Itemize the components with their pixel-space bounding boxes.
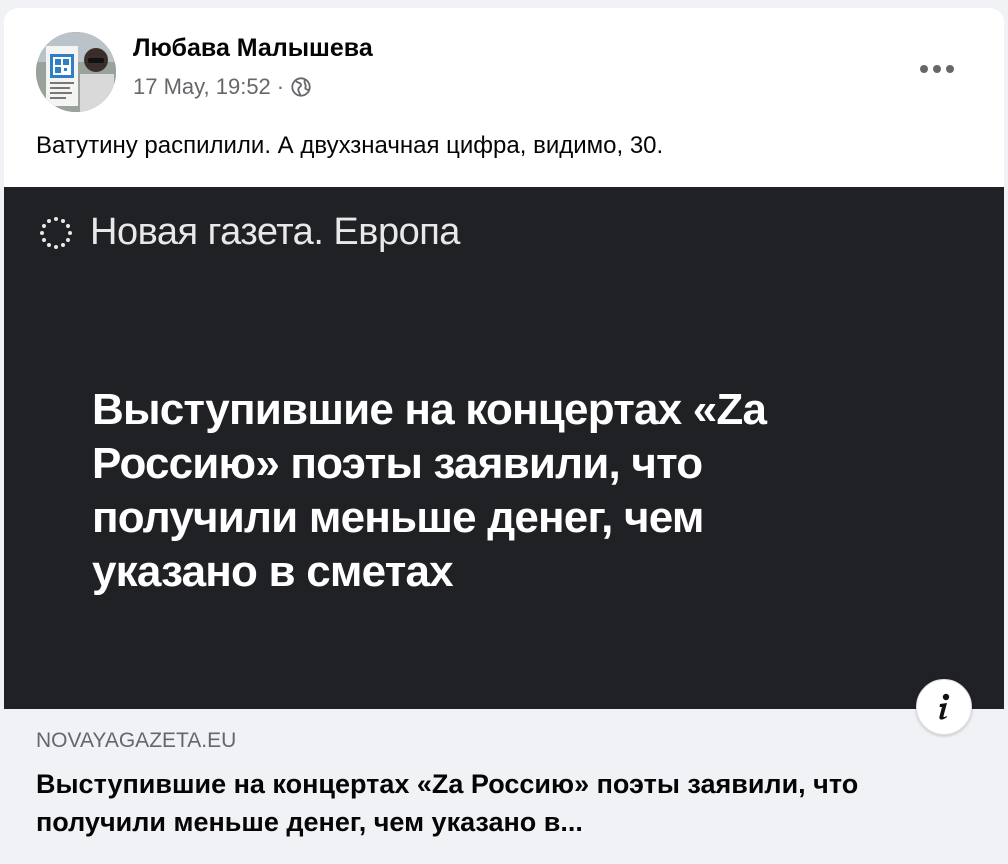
post-card: Любава Малышева 17 May, 19:52 · Ватутину… [4, 8, 1004, 864]
author-name[interactable]: Любава Малышева [133, 34, 373, 63]
link-preview-card[interactable]: Новая газета. Европа Выступившие на конц… [4, 187, 1004, 864]
info-button[interactable] [916, 679, 972, 735]
post-timestamp[interactable]: 17 May, 19:52 [133, 74, 271, 100]
meta-separator: · [276, 74, 285, 99]
post-meta: 17 May, 19:52 · [133, 74, 312, 100]
stars-circle-logo-icon [40, 216, 72, 249]
link-preview-image[interactable]: Новая газета. Европа Выступившие на конц… [4, 187, 1004, 709]
link-domain: NOVAYAGAZETA.EU [36, 729, 237, 752]
publisher-brand-name: Новая газета. Европа [90, 211, 460, 253]
image-headline-line: получили меньше денег, чем [92, 493, 704, 542]
image-headline-line: указано в сметах [92, 547, 454, 596]
globe-icon[interactable] [290, 76, 312, 98]
avatar-photo [36, 32, 116, 112]
more-dots-icon [920, 65, 954, 73]
image-headline: Выступившие на концертах «Za Россию» поэ… [92, 383, 852, 599]
link-preview-footer[interactable]: NOVAYAGAZETA.EU Выступившие на концертах… [4, 709, 1004, 864]
link-title[interactable]: Выступившие на концертах «Za Россию» поэ… [36, 765, 936, 841]
post-text: Ватутину распилили. А двухзначная цифра,… [36, 132, 664, 159]
avatar[interactable] [36, 32, 116, 112]
more-options-button[interactable] [912, 52, 962, 86]
publisher-brand: Новая газета. Европа [36, 211, 460, 254]
image-headline-line: Россию» поэты заявили, что [92, 439, 703, 488]
image-headline-line: Выступившие на концертах «Za [92, 385, 767, 434]
info-icon [939, 693, 950, 720]
